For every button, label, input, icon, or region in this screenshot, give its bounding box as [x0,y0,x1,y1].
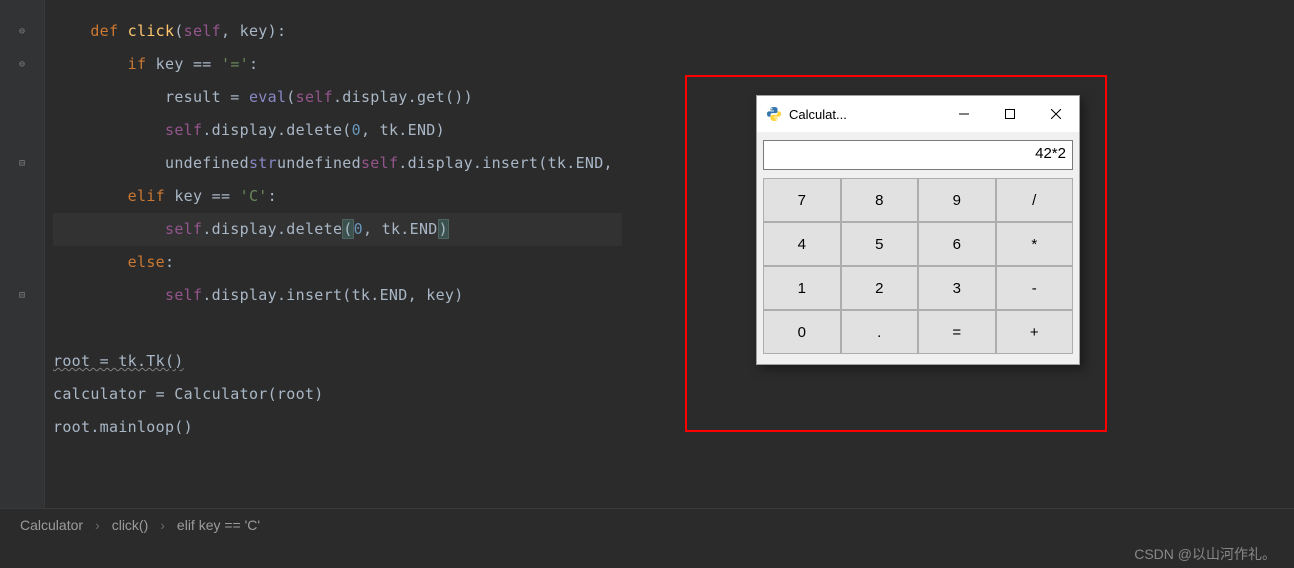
breadcrumb-item[interactable]: Calculator [20,517,83,533]
button-grid: 789/ 456* 123- 0.=+ [757,174,1079,364]
highlight-frame: Calculat... 42*2 789/ 456* 123- 0.=+ [685,75,1107,432]
calc-button-4[interactable]: 4 [763,222,841,266]
watermark: CSDN @以山河作礼。 [1134,544,1276,564]
calc-button-8[interactable]: 8 [841,178,919,222]
close-button[interactable] [1033,96,1079,132]
fold-end-icon: ⊟ [16,147,28,180]
calc-button-7[interactable]: 7 [763,178,841,222]
calc-button-3[interactable]: 3 [918,266,996,310]
fold-end-icon: ⊟ [16,279,28,312]
window-title: Calculat... [789,107,941,122]
calc-display[interactable]: 42*2 [763,140,1073,170]
minimize-button[interactable] [941,96,987,132]
code-content[interactable]: def click(self, key): if key == '=': res… [45,0,622,508]
calc-button-.[interactable]: . [841,310,919,354]
app-icon [765,105,783,123]
chevron-right-icon: › [95,517,100,533]
breadcrumb-item[interactable]: elif key == 'C' [177,517,260,533]
titlebar[interactable]: Calculat... [757,96,1079,132]
maximize-button[interactable] [987,96,1033,132]
calc-button-0[interactable]: 0 [763,310,841,354]
calc-button-+[interactable]: + [996,310,1074,354]
calc-button-9[interactable]: 9 [918,178,996,222]
calc-button-2[interactable]: 2 [841,266,919,310]
calc-button-6[interactable]: 6 [918,222,996,266]
breadcrumb-item[interactable]: click() [112,517,149,533]
fold-icon[interactable]: ⊖ [16,15,28,48]
calc-button-1[interactable]: 1 [763,266,841,310]
calculator-window: Calculat... 42*2 789/ 456* 123- 0.=+ [756,95,1080,365]
gutter: ⊖ ⊖ ⊟ ⊟ [0,0,45,508]
calc-button-*[interactable]: * [996,222,1074,266]
calc-button-/[interactable]: / [996,178,1074,222]
fold-icon[interactable]: ⊖ [16,48,28,81]
breadcrumb: Calculator › click() › elif key == 'C' [0,508,1294,540]
calc-button--[interactable]: - [996,266,1074,310]
calc-button-5[interactable]: 5 [841,222,919,266]
chevron-right-icon: › [160,517,165,533]
calc-button-=[interactable]: = [918,310,996,354]
